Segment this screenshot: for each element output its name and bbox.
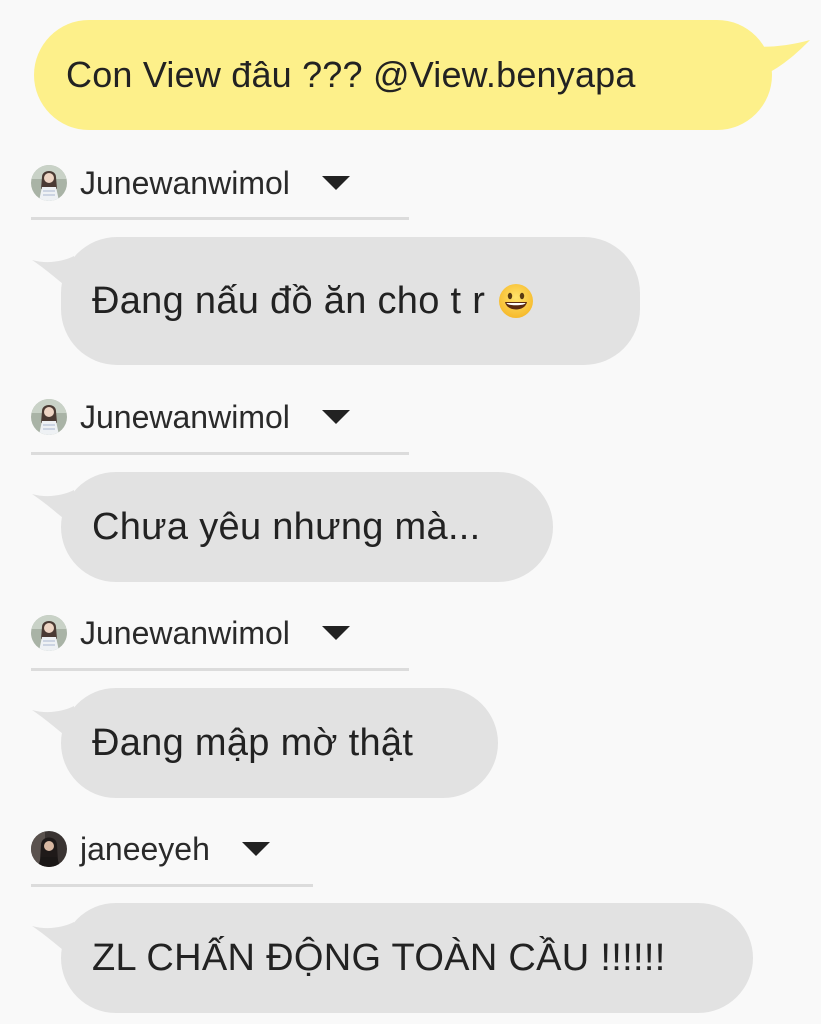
chevron-down-icon[interactable] <box>321 626 350 640</box>
sender-divider <box>31 217 409 220</box>
sender-name[interactable]: janeeyeh <box>80 831 210 868</box>
incoming-bubble[interactable]: ZL CHẤN ĐỘNG TOÀN CẦU !!!!!! <box>61 903 753 1013</box>
outgoing-bubble[interactable]: Con View đâu ??? @View.benyapa <box>34 20 772 130</box>
chevron-down-icon[interactable] <box>241 842 270 856</box>
girl-avatar-dark-icon[interactable] <box>31 831 67 867</box>
incoming-bubble[interactable]: Chưa yêu nhưng mà... <box>61 472 553 582</box>
outgoing-bubble-tail <box>752 40 810 76</box>
incoming-message-text: Đang mập mờ thật <box>92 721 414 764</box>
sender-row[interactable]: Junewanwimol <box>31 397 350 437</box>
girl-avatar-outdoor-icon[interactable] <box>31 615 67 651</box>
chevron-down-icon[interactable] <box>321 176 350 190</box>
incoming-bubble[interactable]: Đang nấu đồ ăn cho t r <box>61 237 640 365</box>
sender-name[interactable]: Junewanwimol <box>80 165 290 202</box>
sender-name[interactable]: Junewanwimol <box>80 399 290 436</box>
sender-divider <box>31 668 409 671</box>
sender-name[interactable]: Junewanwimol <box>80 615 290 652</box>
incoming-message-text: ZL CHẤN ĐỘNG TOÀN CẦU !!!!!! <box>92 936 666 979</box>
incoming-bubble[interactable]: Đang mập mờ thật <box>61 688 498 798</box>
sender-row[interactable]: janeeyeh <box>31 829 270 869</box>
sender-divider <box>31 452 409 455</box>
incoming-message-text: Đang nấu đồ ăn cho t r <box>92 279 486 322</box>
sender-row[interactable]: Junewanwimol <box>31 163 350 203</box>
girl-avatar-outdoor-icon[interactable] <box>31 165 67 201</box>
chevron-down-icon[interactable] <box>321 410 350 424</box>
incoming-message-text: Chưa yêu nhưng mà... <box>92 505 481 548</box>
girl-avatar-outdoor-icon[interactable] <box>31 399 67 435</box>
grinning-face-icon <box>499 284 534 318</box>
outgoing-message-text: Con View đâu ??? @View.benyapa <box>66 54 636 95</box>
sender-divider <box>31 884 313 887</box>
sender-row[interactable]: Junewanwimol <box>31 613 350 653</box>
